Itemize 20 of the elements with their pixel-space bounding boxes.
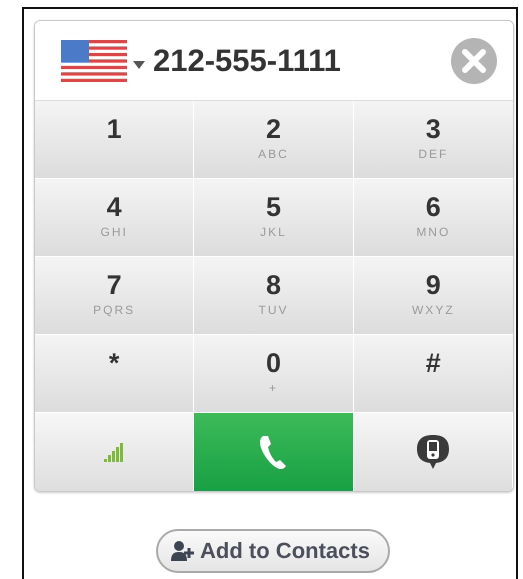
dial-key[interactable]: 5 JKL — [194, 179, 354, 257]
phone-message-icon — [416, 434, 450, 470]
caret-icon[interactable] — [133, 60, 145, 68]
signal-icon — [104, 442, 124, 462]
phone-icon — [259, 434, 288, 470]
dial-key[interactable]: 9 WXYZ — [354, 257, 513, 335]
dial-key[interactable]: 8 TUV — [194, 257, 354, 335]
add-to-contacts-button[interactable]: Add to Contacts — [156, 529, 390, 573]
dial-key[interactable]: 1 — [35, 101, 194, 179]
dial-key[interactable]: 0 + — [194, 335, 354, 413]
message-button[interactable] — [354, 413, 513, 491]
dial-key[interactable]: 6 MNO — [354, 179, 513, 257]
dial-key[interactable]: 4 GHI — [35, 179, 194, 257]
dial-key[interactable]: 2 ABC — [194, 101, 354, 179]
dial-key[interactable]: 7 PQRS — [35, 257, 194, 335]
dial-key[interactable]: # — [354, 335, 513, 413]
flag-icon[interactable] — [61, 40, 127, 82]
dial-key[interactable]: * — [35, 335, 194, 413]
dial-key[interactable]: 3 DEF — [354, 101, 513, 179]
phone-number-field[interactable]: 212-555-1111 — [153, 42, 403, 78]
